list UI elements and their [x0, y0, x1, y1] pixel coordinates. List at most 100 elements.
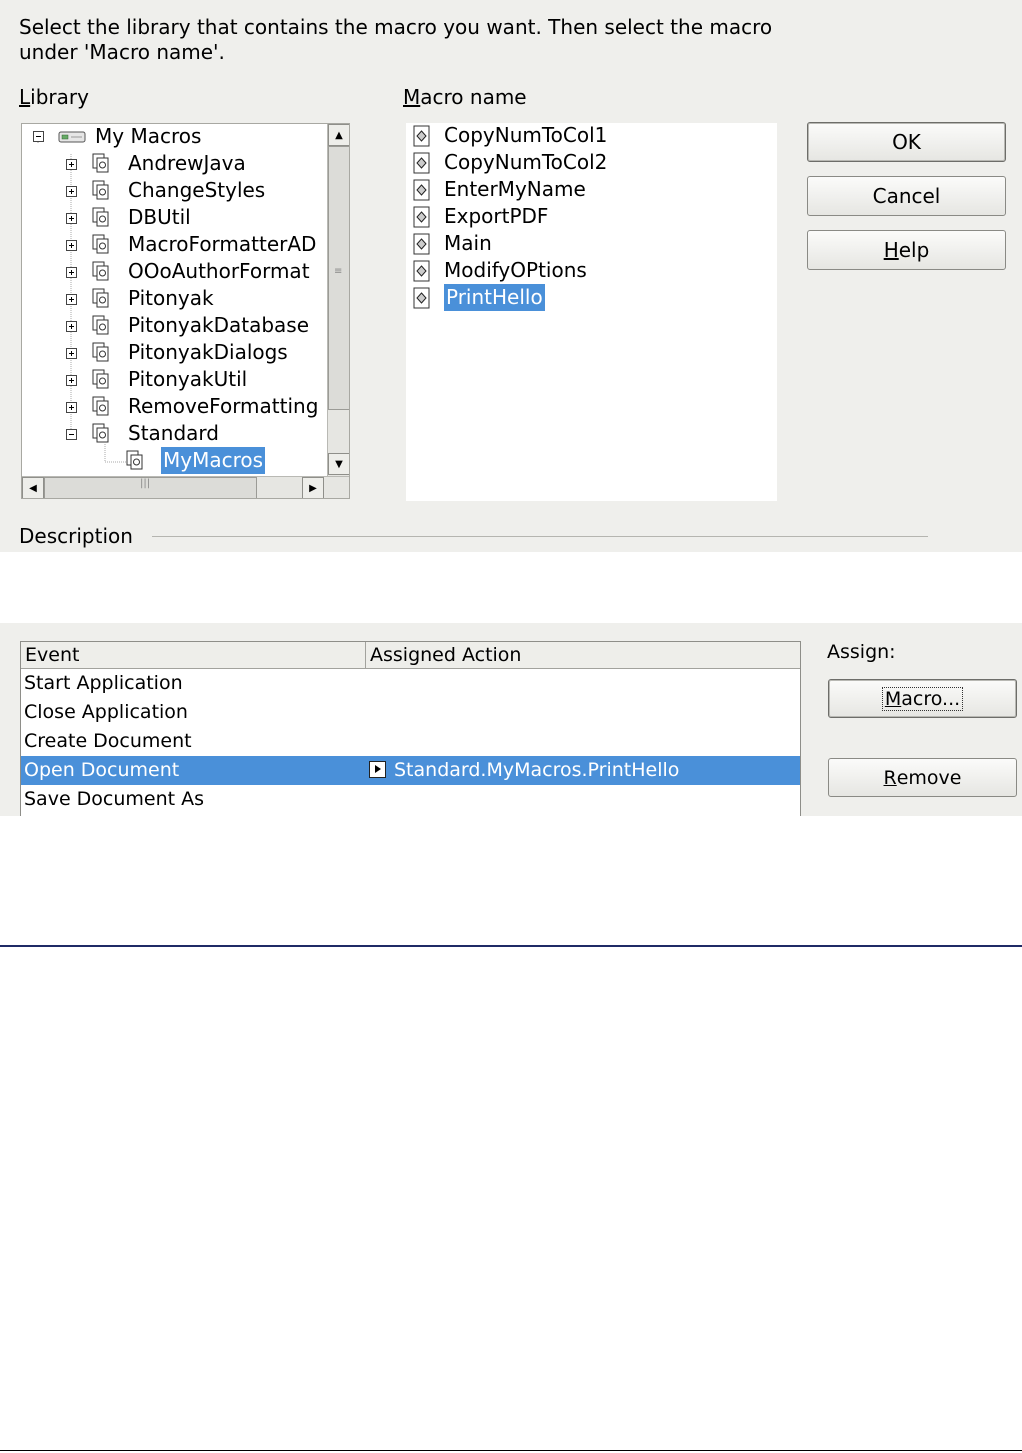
expand-icon[interactable] [66, 321, 77, 332]
help-button[interactable]: Help [807, 230, 1006, 270]
library-icon [92, 396, 109, 416]
library-icon [92, 288, 109, 308]
macro-list-item[interactable]: CopyNumToCol1 [406, 122, 777, 149]
macro-list-item-label: ModifyOPtions [444, 258, 587, 282]
page-bottom-line [0, 1450, 1022, 1451]
tree-root-my-macros[interactable]: My Macros [22, 124, 327, 150]
assigned-action: Standard.MyMacros.PrintHello [369, 756, 679, 785]
scroll-thumb[interactable] [328, 146, 349, 410]
tree-item-label: PitonyakDialogs [128, 340, 288, 364]
macro-icon [413, 125, 430, 147]
expand-icon[interactable] [66, 159, 77, 170]
tree-item[interactable]: PitonyakUtil [22, 366, 327, 393]
module-icon [126, 450, 143, 470]
expand-icon[interactable] [66, 348, 77, 359]
library-icon [92, 207, 109, 227]
macro-name-list[interactable]: CopyNumToCol1 CopyNumToCol2 EnterMyName Exp… [406, 123, 777, 501]
event-name: Close Application [24, 701, 188, 723]
collapse-icon[interactable] [66, 429, 77, 440]
description-label: Description [19, 524, 133, 548]
scroll-left-icon[interactable]: ◀ [22, 477, 44, 498]
macro-icon [413, 287, 430, 309]
event-name: Create Document [24, 730, 192, 752]
expand-icon[interactable] [66, 375, 77, 386]
grip-icon: ≡ [334, 266, 343, 277]
macro-list-item[interactable]: EnterMyName [406, 176, 777, 203]
library-icon [92, 369, 109, 389]
event-name: Save Document As [24, 788, 205, 810]
event-row[interactable]: Create Document [21, 727, 800, 756]
h-grip-icon: ||| [140, 478, 151, 489]
expand-icon[interactable] [66, 213, 77, 224]
library-icon [92, 315, 109, 335]
column-header-event[interactable]: Event [21, 642, 366, 669]
tree-item-label: OOoAuthorFormat [128, 259, 310, 283]
tree-item[interactable]: MacroFormatterAD [22, 231, 327, 258]
tree-item[interactable]: DBUtil [22, 204, 327, 231]
macro-list-item-label: EnterMyName [444, 177, 586, 201]
events-table[interactable]: Event Assigned Action Start Application C… [20, 641, 801, 816]
macro-icon [413, 179, 430, 201]
library-icon [92, 423, 109, 443]
tree-item[interactable]: Standard [22, 420, 327, 447]
assign-label: Assign: [827, 641, 896, 663]
library-icon [92, 234, 109, 254]
library-icon [92, 261, 109, 281]
tree-item-label: DBUtil [128, 205, 191, 229]
tree-item[interactable]: Pitonyak [22, 285, 327, 312]
tree-item-label: PitonyakUtil [128, 367, 248, 391]
macro-name-label: Macro name [403, 85, 527, 109]
tree-item-label: PitonyakDatabase [128, 313, 310, 337]
scroll-down-icon[interactable]: ▼ [328, 453, 349, 475]
macro-list-item[interactable]: ModifyOPtions [406, 257, 777, 284]
event-row[interactable]: Close Application [21, 698, 800, 727]
library-tree[interactable]: My Macros AndrewJava ChangeStyles DBUtil Ma… [21, 123, 350, 499]
tree-item[interactable]: RemoveFormatting [22, 393, 327, 420]
drive-icon [58, 131, 86, 143]
macro-list-item-label: Main [444, 231, 492, 255]
event-name: Start Application [24, 672, 183, 694]
library-vertical-scrollbar[interactable]: ▲ ≡ ▼ [327, 124, 349, 476]
expand-icon[interactable] [66, 402, 77, 413]
tree-item[interactable]: PitonyakDialogs [22, 339, 327, 366]
macro-list-item[interactable]: ExportPDF [406, 203, 777, 230]
macro-list-item-label: PrintHello [444, 284, 545, 311]
ok-button[interactable]: OK [807, 122, 1006, 162]
macro-icon [413, 260, 430, 282]
macro-list-item[interactable]: CopyNumToCol2 [406, 149, 777, 176]
column-header-assigned-action[interactable]: Assigned Action [366, 642, 800, 669]
event-row[interactable]: Save Document As [21, 785, 800, 814]
tree-item[interactable]: AndrewJava [22, 150, 327, 177]
remove-button[interactable]: Remove [828, 758, 1017, 797]
expand-icon[interactable] [66, 186, 77, 197]
library-icon [92, 342, 109, 362]
event-row[interactable]: Open Document Standard.MyMacros.PrintHell… [21, 756, 800, 785]
macro-list-item-label: CopyNumToCol1 [444, 123, 608, 147]
tree-item[interactable]: OOoAuthorFormat [22, 258, 327, 285]
library-horizontal-scrollbar[interactable]: ◀ ||| ▶ [22, 476, 349, 498]
library-label: Library [19, 85, 89, 109]
collapse-icon[interactable] [33, 131, 44, 142]
tree-item[interactable]: ChangeStyles [22, 177, 327, 204]
description-separator [152, 536, 928, 537]
tree-item-label: RemoveFormatting [128, 394, 319, 418]
macro-selector-dialog: Select the library that contains the mac… [0, 0, 1022, 552]
cancel-button[interactable]: Cancel [807, 176, 1006, 216]
event-row[interactable]: Start Application [21, 669, 800, 698]
macro-icon [413, 206, 430, 228]
scroll-right-icon[interactable]: ▶ [302, 477, 324, 498]
tree-item-label: AndrewJava [128, 151, 246, 175]
tree-item-label: MacroFormatterAD [128, 232, 317, 256]
scroll-up-icon[interactable]: ▲ [328, 124, 349, 146]
macro-list-item-label: CopyNumToCol2 [444, 150, 608, 174]
expand-icon[interactable] [66, 240, 77, 251]
tree-item-mymacros[interactable]: MyMacros [22, 447, 327, 474]
h-scroll-thumb[interactable] [44, 477, 257, 498]
expand-icon[interactable] [66, 267, 77, 278]
macro-list-item[interactable]: Main [406, 230, 777, 257]
assign-macro-button[interactable]: Macro... [828, 679, 1017, 718]
expand-icon[interactable] [66, 294, 77, 305]
library-icon [92, 180, 109, 200]
macro-list-item[interactable]: PrintHello [406, 284, 777, 311]
tree-item[interactable]: PitonyakDatabase [22, 312, 327, 339]
